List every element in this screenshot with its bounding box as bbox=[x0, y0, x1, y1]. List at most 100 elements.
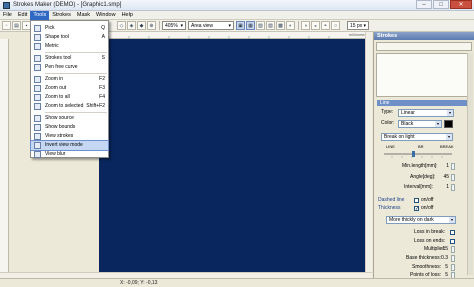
close-button[interactable]: ✕ bbox=[450, 0, 472, 9]
menu-window[interactable]: Window bbox=[93, 11, 119, 20]
view-icon-8[interactable]: ◒ bbox=[311, 21, 320, 30]
panel-title: Strokes bbox=[374, 32, 474, 40]
metric-icon bbox=[34, 43, 41, 50]
tool-icon-4[interactable]: ⊕ bbox=[147, 21, 156, 30]
menu-help[interactable]: Help bbox=[119, 11, 136, 20]
menu-mask[interactable]: Mask bbox=[74, 11, 93, 20]
zoom-in-icon bbox=[34, 76, 41, 83]
tool-icon-2[interactable]: ◈ bbox=[127, 21, 136, 30]
base-thickness-spinner[interactable] bbox=[451, 255, 455, 262]
vertical-scrollbar[interactable] bbox=[365, 32, 372, 272]
view-icon-9[interactable]: ◓ bbox=[321, 21, 330, 30]
menu-item-zoom-out[interactable]: Zoom out F3 bbox=[31, 84, 108, 93]
drawing-canvas[interactable] bbox=[99, 39, 365, 272]
menu-item-invert-view-mode[interactable]: Invert view mode bbox=[30, 140, 109, 151]
menu-tools[interactable]: Tools bbox=[30, 10, 50, 20]
min-length-label: Min.length[mm]: bbox=[402, 163, 438, 169]
smoothness-value[interactable]: 5 bbox=[437, 264, 448, 271]
maximize-button[interactable]: □ bbox=[433, 0, 449, 9]
blur-icon bbox=[34, 151, 41, 158]
tool-icon-1[interactable]: ◇ bbox=[117, 21, 126, 30]
menu-item-zoom-to-selected[interactable]: Zoom to selected Shift+F2 bbox=[31, 102, 108, 111]
tool-icon-3[interactable]: ◆ bbox=[137, 21, 146, 30]
menu-item-zoom-to-all[interactable]: Zoom to all F4 bbox=[31, 93, 108, 102]
color-swatch[interactable] bbox=[444, 120, 453, 128]
view-icon-10[interactable]: ○ bbox=[331, 21, 340, 30]
menu-item-view-strokes[interactable]: View strokes bbox=[31, 132, 108, 141]
smoothness-spinner[interactable] bbox=[451, 264, 455, 271]
dashed-line-label: Dashed line bbox=[378, 197, 405, 203]
base-thickness-value[interactable]: 0.3 bbox=[437, 255, 448, 262]
color-select[interactable]: Black ▾ bbox=[398, 120, 442, 128]
angle-spinner[interactable] bbox=[451, 174, 455, 181]
menu-strokes[interactable]: Strokes bbox=[49, 11, 74, 20]
menu-item-view-blur[interactable]: View blur bbox=[31, 150, 108, 159]
angle-value[interactable]: 45 bbox=[440, 174, 449, 181]
menu-item-shape-tool[interactable]: Shape tool A bbox=[31, 33, 108, 42]
line-group-header: Line bbox=[377, 100, 471, 106]
menu-item-pick[interactable]: Pick Q bbox=[31, 24, 108, 33]
left-ruler bbox=[0, 39, 9, 272]
thickness-label: Thickness bbox=[378, 205, 401, 211]
angle-label: Angle[deg]: bbox=[410, 174, 436, 180]
thickness-checkbox[interactable]: ✓ bbox=[414, 206, 419, 212]
interval-label: Interval[mm]: bbox=[404, 184, 433, 190]
slider-label-break: BREAK bbox=[440, 144, 454, 149]
multiplier-spinner[interactable] bbox=[451, 246, 455, 253]
invert-icon bbox=[34, 142, 41, 149]
menu-item-metric[interactable]: Metric bbox=[31, 42, 108, 51]
title-bar: Strokes Maker (DEMO) - [Graphic1.smp] – … bbox=[0, 0, 474, 11]
dashed-line-checkbox[interactable] bbox=[414, 198, 419, 203]
menu-item-zoom-in[interactable]: Zoom in F2 bbox=[31, 75, 108, 84]
dashed-line-toggle: on/off bbox=[421, 197, 434, 203]
view-mode-select[interactable]: Area view ▾ bbox=[188, 21, 234, 30]
view-icon-7[interactable]: ◑ bbox=[301, 21, 310, 30]
view-icon-5[interactable]: ▩ bbox=[276, 21, 285, 30]
open-icon[interactable]: ▤ bbox=[12, 21, 21, 30]
view-strokes-icon bbox=[34, 133, 41, 140]
view-icon-2[interactable]: ▦ bbox=[246, 21, 255, 30]
size-select[interactable]: 15 px ▾ bbox=[347, 21, 369, 30]
min-length-value[interactable]: 1 bbox=[440, 163, 449, 170]
view-icon-1[interactable]: ▣ bbox=[236, 21, 245, 30]
slider-label-line: LINE bbox=[386, 144, 395, 149]
new-icon[interactable]: ▫ bbox=[2, 21, 11, 30]
min-length-spinner[interactable] bbox=[451, 163, 455, 170]
menu-file[interactable]: File bbox=[0, 11, 15, 20]
base-thickness-label: Base thickness: bbox=[406, 255, 442, 261]
thickness-mode-select[interactable]: More thickly on dark ▾ bbox=[386, 216, 456, 224]
type-label: Type: bbox=[381, 109, 394, 115]
strokes-panel: Strokes Line Type: Linear ▾ Color: Black ▾… bbox=[373, 32, 474, 279]
thickness-toggle: on/off bbox=[421, 205, 434, 211]
zoom-select[interactable]: 405% ▾ bbox=[162, 21, 186, 30]
show-source-icon bbox=[34, 115, 41, 122]
menu-item-pen-free-curve[interactable]: Pen free curve bbox=[31, 63, 108, 72]
loss-on-ends-checkbox[interactable] bbox=[450, 239, 455, 244]
zoom-selected-icon bbox=[34, 103, 41, 110]
type-select[interactable]: Linear ▾ bbox=[398, 109, 454, 117]
show-bounds-icon bbox=[34, 124, 41, 131]
shape-icon bbox=[34, 34, 41, 41]
break-slider[interactable] bbox=[382, 150, 454, 158]
cursor-coordinates: X: -0,09; Y: -0,13 bbox=[120, 280, 158, 286]
app-icon bbox=[3, 1, 10, 9]
menu-item-show-source[interactable]: Show source bbox=[31, 114, 108, 123]
view-icon-6[interactable]: ◐ bbox=[286, 21, 295, 30]
minimize-button[interactable]: – bbox=[416, 0, 432, 9]
menu-edit[interactable]: Edit bbox=[15, 11, 30, 20]
menu-item-strokes-tool[interactable]: Strokes tool S bbox=[31, 54, 108, 63]
menu-item-show-bounds[interactable]: Show bounds bbox=[31, 123, 108, 132]
zoom-out-icon bbox=[34, 85, 41, 92]
view-icon-3[interactable]: ▧ bbox=[256, 21, 265, 30]
zoom-all-icon bbox=[34, 94, 41, 101]
multiplier-value[interactable]: 15 bbox=[437, 246, 448, 253]
loss-in-break-checkbox[interactable] bbox=[450, 230, 455, 235]
view-icon-4[interactable]: ▨ bbox=[266, 21, 275, 30]
stroke-preview bbox=[376, 53, 472, 97]
panel-scrollbar[interactable] bbox=[467, 53, 473, 275]
interval-spinner[interactable] bbox=[451, 184, 455, 191]
interval-value[interactable]: 1 bbox=[440, 184, 449, 191]
strokes-icon bbox=[34, 55, 41, 62]
pick-icon bbox=[34, 25, 41, 32]
break-select[interactable]: Break on light ▾ bbox=[381, 133, 453, 141]
